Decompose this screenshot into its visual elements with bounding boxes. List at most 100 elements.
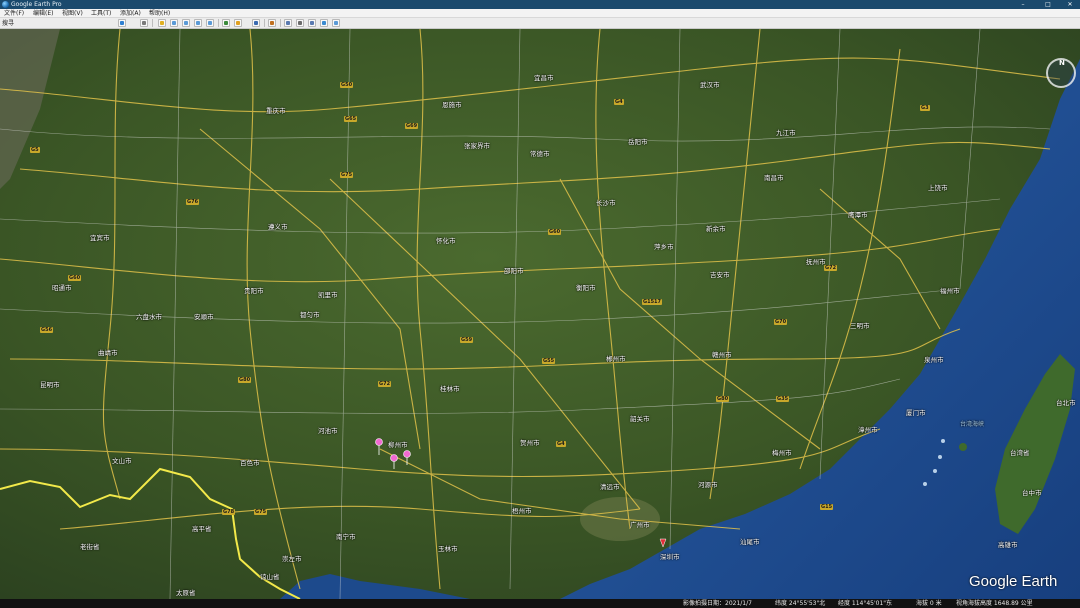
highway-shield: G50: [340, 82, 354, 88]
minimize-button[interactable]: –: [1014, 0, 1032, 9]
menu-file[interactable]: 文件(F): [4, 9, 24, 18]
map-label: 重庆市: [266, 107, 286, 115]
map-label: 常德市: [530, 150, 550, 158]
title-bar: Google Earth Pro – □ ✕: [0, 0, 1080, 9]
map-label: 长沙市: [596, 199, 616, 207]
sun-icon[interactable]: [234, 19, 242, 27]
menu-bar: 文件(F) 编辑(E) 视图(V) 工具(T) 添加(A) 帮助(H): [0, 9, 1080, 18]
map-viewport[interactable]: 长沙市 南昌市 衡阳市 郴州市 赣州市 吉安市 三明市 福州市 泉州市 厦门市 漳州市 梅州市 韶关市清…: [0, 29, 1080, 599]
record-tour-icon[interactable]: [206, 19, 214, 27]
sidebar-icon[interactable]: [140, 19, 148, 27]
map-label: 安顺市: [194, 313, 214, 321]
map-label: 武汉市: [700, 81, 720, 89]
island-dot: [923, 482, 927, 486]
map-label: 南宁市: [336, 533, 356, 541]
menu-view[interactable]: 视图(V): [62, 9, 83, 18]
print-icon[interactable]: [296, 19, 304, 27]
highway-shield: G3: [920, 105, 930, 111]
map-label: 漳州市: [858, 426, 878, 434]
island-dot: [933, 469, 937, 473]
map-label: 梅州市: [772, 449, 792, 457]
map-label: 太原省: [176, 589, 196, 597]
highway-shield: G76: [186, 199, 200, 205]
highway-shield: G69: [405, 123, 419, 129]
map-label: 凯里市: [318, 291, 338, 299]
menu-help[interactable]: 帮助(H): [149, 9, 170, 18]
map-label: 台北市: [1056, 399, 1076, 407]
placemark-icon[interactable]: [158, 19, 166, 27]
penghu-island: [959, 443, 967, 451]
menu-edit[interactable]: 编辑(E): [33, 9, 53, 18]
map-label: 邵阳市: [504, 267, 524, 275]
highway-shield: G70: [774, 319, 788, 325]
highway-shield: G75: [340, 172, 354, 178]
map-label: 高雄市: [998, 541, 1018, 549]
longitude-readout: 经度 114°45'01"东: [838, 600, 893, 607]
path-icon[interactable]: [182, 19, 190, 27]
highway-shield: G78: [222, 509, 236, 515]
map-label: 台中市: [1022, 489, 1042, 497]
map-label: 郴州市: [606, 355, 626, 363]
google-earth-icon: [2, 1, 9, 8]
highway-shield: G4: [556, 441, 566, 447]
satellite-imagery: [0, 29, 1080, 599]
map-label: 玉林市: [438, 545, 458, 553]
earth-view-icon[interactable]: [332, 19, 340, 27]
ruler-icon[interactable]: [268, 19, 276, 27]
highway-shield: G80: [716, 396, 730, 402]
map-label: 曲靖市: [98, 349, 118, 357]
highway-shield: G60: [548, 229, 562, 235]
island-dot: [941, 439, 945, 443]
map-label: 抚州市: [806, 258, 826, 266]
map-label: 贺州市: [520, 439, 540, 447]
map-label: 九江市: [776, 129, 796, 137]
map-label: 宜宾市: [90, 234, 110, 242]
map-label: 六盘水市: [136, 313, 162, 321]
map-label: 崇左市: [282, 555, 302, 563]
map-label: 韶关市: [630, 415, 650, 423]
map-label: 文山市: [112, 457, 132, 465]
save-image-icon[interactable]: [308, 19, 316, 27]
map-label: 高平省: [192, 525, 212, 533]
toolbar-divider: [152, 19, 153, 27]
maximize-button[interactable]: □: [1039, 0, 1057, 9]
historical-imagery-icon[interactable]: [222, 19, 230, 27]
map-label: 汕尾市: [740, 538, 760, 546]
toolbar: 搜寻: [0, 18, 1080, 29]
google-maps-icon[interactable]: [320, 19, 328, 27]
map-label: 台湾省: [1010, 449, 1030, 457]
map-label: 昭通市: [52, 284, 72, 292]
highway-shield: G1517: [642, 299, 663, 305]
latitude-readout: 纬度 24°55'53"北: [775, 600, 826, 607]
polygon-icon[interactable]: [170, 19, 178, 27]
map-label: 福州市: [940, 287, 960, 295]
imagery-date: 影像拍摄日期：2021/1/7: [683, 600, 752, 607]
map-label: 上饶市: [928, 184, 948, 192]
highway-shield: G60: [68, 275, 82, 281]
map-label: 泉州市: [924, 356, 944, 364]
highway-shield: G15: [820, 504, 834, 510]
map-label: 岳阳市: [628, 138, 648, 146]
image-overlay-icon[interactable]: [194, 19, 202, 27]
highway-shield: G72: [824, 265, 838, 271]
toolbar-divider: [264, 19, 265, 27]
email-icon[interactable]: [284, 19, 292, 27]
toolbar-divider: [280, 19, 281, 27]
map-label: 怀化市: [436, 237, 456, 245]
window-title: Google Earth Pro: [11, 1, 62, 8]
map-label: 广州市: [630, 521, 650, 529]
highway-shield: G35: [776, 396, 790, 402]
highway-shield: G5: [30, 147, 40, 153]
map-label: 贵阳市: [244, 287, 264, 295]
close-button[interactable]: ✕: [1061, 0, 1079, 9]
map-label: 宜昌市: [534, 74, 554, 82]
map-label: 桂林市: [440, 385, 460, 393]
menu-tools[interactable]: 工具(T): [91, 9, 111, 18]
search-icon[interactable]: [118, 19, 126, 27]
map-label: 吉安市: [710, 271, 730, 279]
map-label: 谅山省: [260, 573, 280, 581]
planets-icon[interactable]: [252, 19, 260, 27]
map-label: 恩施市: [442, 101, 462, 109]
navigation-compass[interactable]: N: [1046, 58, 1076, 88]
menu-add[interactable]: 添加(A): [120, 9, 141, 18]
